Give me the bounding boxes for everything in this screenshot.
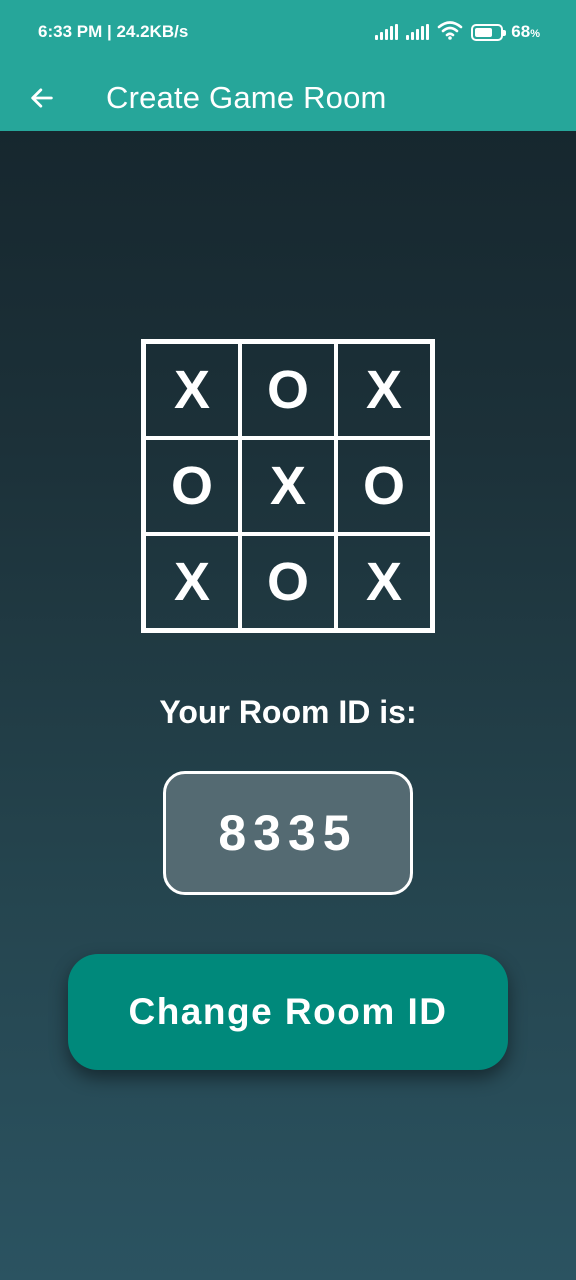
page-title: Create Game Room — [106, 79, 387, 115]
back-button[interactable] — [12, 72, 72, 124]
wifi-icon — [437, 20, 463, 45]
board-cell: O — [240, 534, 336, 630]
room-id-value: 8335 — [163, 771, 413, 895]
app-bar: 6:33 PM | 24.2KB/s 68% Create Game Room — [0, 0, 576, 131]
signal-icon — [406, 24, 430, 40]
board-cell: X — [336, 534, 432, 630]
board-cell: O — [336, 438, 432, 534]
tic-tac-toe-board: X O X O X O X O X — [141, 339, 435, 633]
status-bar: 6:33 PM | 24.2KB/s 68% — [0, 0, 576, 64]
board-cell: O — [240, 342, 336, 438]
board-cell: X — [336, 342, 432, 438]
status-time-speed: 6:33 PM | 24.2KB/s — [38, 22, 189, 41]
title-bar: Create Game Room — [0, 64, 576, 131]
battery-percent: 68% — [511, 22, 540, 41]
board-cell: X — [144, 534, 240, 630]
room-id-label: Your Room ID is: — [159, 694, 417, 730]
battery-level — [475, 27, 492, 37]
signal-icon — [375, 24, 399, 40]
board-cell: X — [240, 438, 336, 534]
arrow-left-icon — [31, 87, 53, 108]
battery-icon — [471, 23, 507, 41]
change-room-id-button[interactable]: Change Room ID — [68, 954, 508, 1070]
status-icons: 68% — [375, 20, 540, 45]
board-cell: X — [144, 342, 240, 438]
board-cell: O — [144, 438, 240, 534]
